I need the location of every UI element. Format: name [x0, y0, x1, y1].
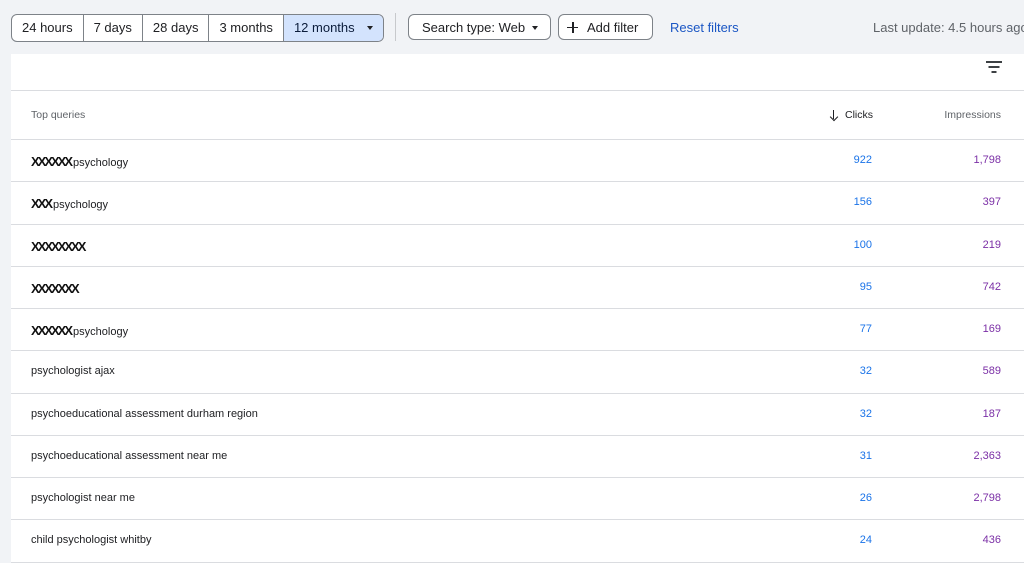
range-7-days-button[interactable]: 7 days	[84, 15, 143, 41]
clicks-cell: 77	[859, 323, 872, 335]
impressions-cell: 169	[982, 323, 1001, 335]
impressions-cell: 2,363	[973, 449, 1001, 462]
redacted-text: XXXXXXX	[31, 280, 80, 296]
table-row[interactable]: XXX psychology 156 397	[11, 182, 1024, 225]
table-row[interactable]: XXXXXXX 95 742	[11, 267, 1024, 309]
table-header: Top queries Clicks Impressions	[11, 91, 1024, 140]
query-text: child psychologist whitby	[31, 534, 152, 547]
caret-down-icon	[366, 26, 373, 30]
column-header-queries[interactable]: Top queries	[31, 109, 85, 121]
reset-filters-link[interactable]: Reset filters	[670, 20, 739, 35]
query-cell: XXXXXX psychology	[31, 154, 128, 169]
query-cell: XXXXXXX	[31, 280, 80, 296]
table-row[interactable]: psychoeducational assessment near me 31 2,…	[11, 436, 1024, 478]
plus-icon	[567, 21, 578, 33]
clicks-cell: 32	[859, 365, 872, 378]
clicks-cell: 24	[859, 534, 872, 547]
clicks-cell: 922	[853, 154, 872, 166]
impressions-cell: 219	[982, 238, 1001, 251]
query-cell: XXXXXX psychology	[31, 323, 128, 338]
query-cell: XXX psychology	[31, 196, 108, 211]
column-header-impressions[interactable]: Impressions	[944, 109, 1001, 121]
impressions-cell: 2,798	[973, 492, 1001, 504]
clicks-cell: 32	[859, 407, 872, 420]
impressions-cell: 187	[982, 407, 1001, 420]
range-12-months-label: 12 months	[293, 20, 355, 35]
date-range-selector: 24 hours 7 days 28 days 3 months 12 mont…	[11, 14, 384, 42]
impressions-cell: 436	[982, 534, 1001, 547]
table-row[interactable]: psychologist near me 26 2,798	[11, 478, 1024, 521]
search-type-dropdown[interactable]: Search type: Web	[408, 14, 551, 40]
filter-rows-icon[interactable]	[986, 60, 1002, 74]
column-header-clicks-label: Clicks	[845, 109, 873, 121]
last-update-text: Last update: 4.5 hours ago	[873, 20, 1024, 35]
range-3-months-button[interactable]: 3 months	[209, 15, 284, 41]
range-12-months-button[interactable]: 12 months	[283, 15, 383, 41]
caret-down-icon	[532, 26, 538, 30]
impressions-cell: 589	[982, 365, 1001, 378]
impressions-cell: 1,798	[973, 154, 1001, 166]
query-text: psychologist ajax	[31, 365, 115, 378]
redacted-text: XXXXXXXX	[31, 238, 86, 254]
queries-table-panel: Top queries Clicks Impressions XXXXXX psy…	[11, 54, 1024, 563]
table-row[interactable]: child psychologist whitby 24 436	[11, 520, 1024, 563]
clicks-cell: 26	[859, 492, 872, 504]
query-cell: psychoeducational assessment near me	[31, 450, 227, 462]
query-cell: child psychologist whitby	[31, 534, 151, 546]
clicks-cell: 156	[853, 196, 872, 209]
impressions-cell: 742	[982, 280, 1001, 293]
toolbar-divider	[395, 13, 396, 41]
table-row[interactable]: psychoeducational assessment durham regi…	[11, 394, 1024, 436]
query-cell: psychoeducational assessment durham regi…	[31, 408, 258, 420]
clicks-cell: 31	[859, 449, 872, 462]
search-type-label: Search type: Web	[422, 19, 526, 35]
query-cell: psychologist near me	[31, 492, 135, 504]
query-text: psychoeducational assessment near me	[31, 449, 228, 462]
table-row[interactable]: psychologist ajax 32 589	[11, 351, 1024, 394]
query-text: psychology	[53, 199, 109, 212]
range-24-hours-button[interactable]: 24 hours	[12, 15, 84, 41]
table-row[interactable]: XXXXXX psychology 77 169	[11, 309, 1024, 352]
redacted-text: XXXXXX	[31, 323, 73, 338]
add-filter-label: Add filter	[587, 19, 639, 35]
range-28-days-button[interactable]: 28 days	[143, 15, 210, 41]
impressions-cell: 397	[982, 196, 1001, 209]
redacted-text: XXX	[31, 196, 53, 212]
toolbar: 24 hours 7 days 28 days 3 months 12 mont…	[0, 0, 1024, 54]
query-text: psychologist near me	[31, 492, 135, 504]
add-filter-button[interactable]: Add filter	[558, 14, 653, 40]
table-row[interactable]: XXXXXXXX 100 219	[11, 225, 1024, 267]
table-row[interactable]: XXXXXX psychology 922 1,798	[11, 140, 1024, 183]
column-header-clicks[interactable]: Clicks	[829, 109, 873, 121]
clicks-cell: 95	[859, 280, 872, 293]
query-cell: XXXXXXXX	[31, 238, 86, 254]
clicks-cell: 100	[853, 238, 872, 251]
query-text: psychology	[73, 157, 129, 169]
table-body: XXXXXX psychology 922 1,798 XXX psychology 156…	[11, 140, 1024, 563]
query-cell: psychologist ajax	[31, 365, 115, 377]
query-text: psychoeducational assessment durham regi…	[31, 407, 258, 420]
query-text: psychology	[73, 326, 129, 338]
redacted-text: XXXXXX	[31, 154, 73, 169]
sort-descending-icon	[829, 110, 838, 120]
